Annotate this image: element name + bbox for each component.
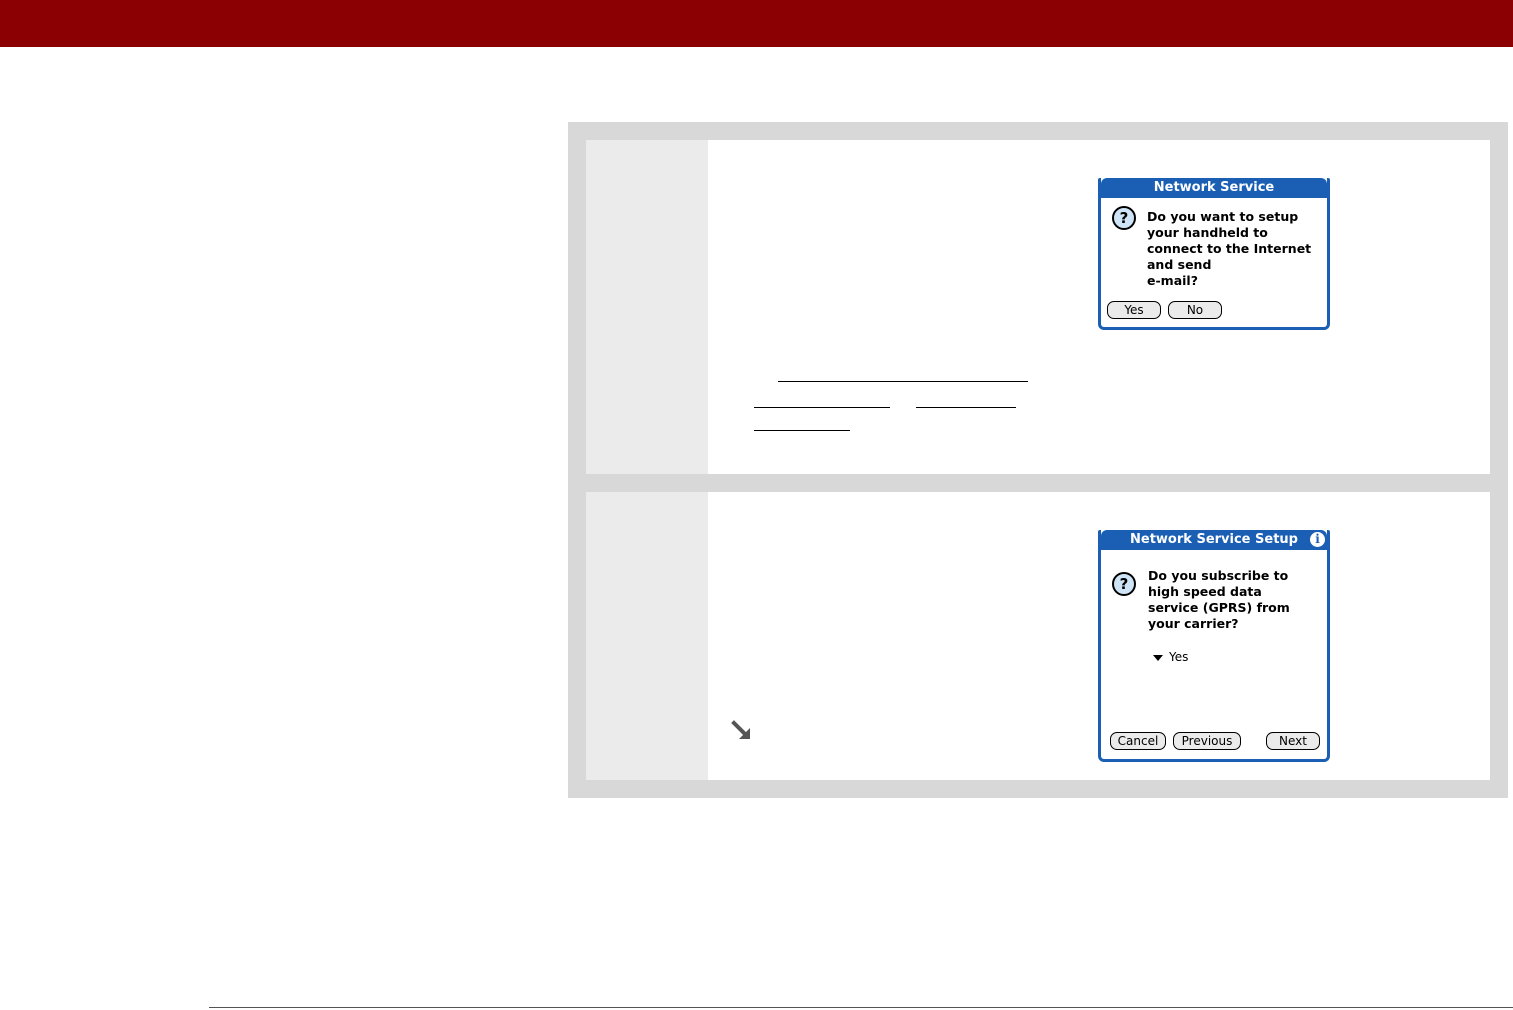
top-banner <box>0 0 1513 47</box>
no-button[interactable]: No <box>1168 301 1222 319</box>
steps-panel: Network Service ? Do you want to setup y… <box>568 122 1508 798</box>
yes-button[interactable]: Yes <box>1107 301 1161 319</box>
next-button[interactable]: Next <box>1266 732 1320 750</box>
question-icon: ? <box>1112 206 1136 230</box>
footer-rule <box>209 1007 1513 1008</box>
network-service-setup-dialog: Network Service Setup i ? Do you subscri… <box>1098 530 1330 762</box>
step-number-column <box>586 140 708 474</box>
link-underline[interactable] <box>754 430 850 431</box>
step-number-column <box>586 492 708 780</box>
dialog-message: Do you subscribe to high speed data serv… <box>1148 568 1290 631</box>
link-underline[interactable] <box>916 407 1016 408</box>
picker-triangle-icon <box>1153 654 1163 661</box>
gprs-picker[interactable]: Yes <box>1153 650 1188 664</box>
previous-button[interactable]: Previous <box>1173 732 1241 750</box>
dialog-title: Network Service <box>1101 178 1327 198</box>
info-icon[interactable]: i <box>1310 532 1325 547</box>
dialog-title: Network Service Setup i <box>1101 530 1327 550</box>
dialog-message: Do you want to setup your handheld to co… <box>1147 209 1312 288</box>
cancel-button[interactable]: Cancel <box>1110 732 1166 750</box>
step-1: Network Service ? Do you want to setup y… <box>586 140 1490 474</box>
link-underline[interactable] <box>754 407 890 408</box>
question-icon: ? <box>1112 572 1136 596</box>
step-2: Network Service Setup i ? Do you subscri… <box>586 492 1490 780</box>
continue-arrow-icon <box>731 720 750 739</box>
link-underline[interactable] <box>778 381 1028 382</box>
dialog-title-text: Network Service Setup <box>1130 532 1298 547</box>
picker-value: Yes <box>1169 650 1189 664</box>
network-service-dialog: Network Service ? Do you want to setup y… <box>1098 178 1330 330</box>
